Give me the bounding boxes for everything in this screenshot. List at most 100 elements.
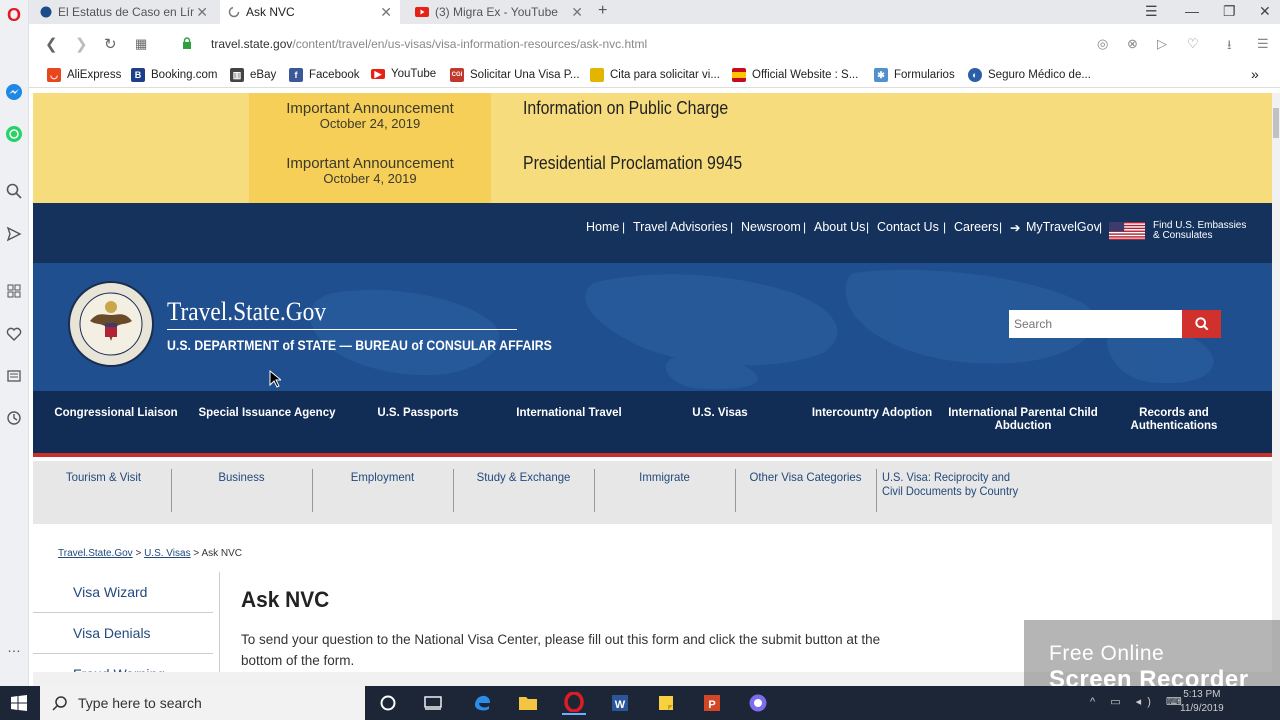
more-icon[interactable]: … <box>4 637 24 657</box>
subnav-other-visa-categories[interactable]: Other Visa Categories <box>739 470 873 484</box>
messenger-icon[interactable] <box>4 82 24 102</box>
site-title[interactable]: Travel.State.Gov <box>167 297 326 327</box>
taskbar-time: 5:13 PM <box>1183 689 1221 700</box>
find-embassies-link[interactable]: Find U.S. Embassies & Consulates <box>1153 221 1246 241</box>
vertical-scrollbar[interactable] <box>1272 93 1280 686</box>
nav-intercountry-adoption[interactable]: Intercountry Adoption <box>797 407 947 420</box>
snapshot-icon[interactable]: ◎ <box>1097 36 1108 52</box>
download-icon[interactable]: ⭳ <box>1227 36 1232 58</box>
opera-taskbar-icon[interactable] <box>562 691 586 715</box>
lock-icon[interactable] <box>182 37 192 49</box>
bookmark-facebook[interactable]: f Facebook <box>289 68 360 82</box>
reload-icon[interactable]: ↻ <box>104 35 117 53</box>
system-tray-icons[interactable]: ^ ▭ ◂) ⌨ <box>1090 695 1188 708</box>
nav-us-passports[interactable]: U.S. Passports <box>343 407 493 420</box>
breadcrumb-home[interactable]: Travel.State.Gov <box>58 548 133 559</box>
left-menu-visa-denials[interactable]: Visa Denials <box>33 613 213 654</box>
powerpoint-icon[interactable]: P <box>700 691 724 715</box>
close-window-icon[interactable]: ✕ <box>1259 3 1271 20</box>
restore-icon[interactable]: ❐ <box>1223 3 1236 20</box>
search-icon[interactable] <box>4 181 24 201</box>
tab-ask-nvc[interactable]: Ask NVC ✕ <box>220 0 400 24</box>
bookmark-ebay[interactable]: ▥ eBay <box>230 68 276 82</box>
util-link-careers[interactable]: Careers <box>954 220 998 234</box>
util-link-contact-us[interactable]: Contact Us <box>877 220 939 234</box>
forward-icon[interactable]: ❯ <box>75 35 88 53</box>
nav-us-visas[interactable]: U.S. Visas <box>645 407 795 420</box>
nav-parental-child-abduction[interactable]: International Parental Child Abduction <box>948 407 1098 433</box>
nav-congressional-liaison[interactable]: Congressional Liaison <box>41 407 191 420</box>
util-link-home[interactable]: Home <box>586 220 619 234</box>
easy-setup-icon[interactable]: ☰ <box>1257 36 1269 52</box>
bookmark-official-website[interactable]: Official Website : S... <box>732 68 858 82</box>
news-icon[interactable] <box>4 366 24 386</box>
announcement-date: October 24, 2019 <box>319 116 421 131</box>
opera-logo-icon[interactable]: O <box>4 5 24 25</box>
vertical-scrollbar-thumb[interactable] <box>1273 108 1279 138</box>
left-menu-visa-wizard[interactable]: Visa Wizard <box>33 572 213 613</box>
svg-text:P: P <box>708 699 715 711</box>
subnav-tourism-visit[interactable]: Tourism & Visit <box>37 470 171 484</box>
more-bookmarks-icon[interactable]: » <box>1251 66 1259 82</box>
tab-menu-icon[interactable]: ☰ <box>1145 3 1158 20</box>
bookmark-booking[interactable]: B Booking.com <box>131 68 217 82</box>
send-icon[interactable] <box>4 224 24 244</box>
tab-youtube[interactable]: (3) Migra Ex - YouTube ✕ <box>407 0 591 24</box>
taskbar-clock[interactable]: 5:13 PM 11/9/2019 <box>1180 688 1224 716</box>
speed-dial-grid-icon[interactable]: ▦ <box>135 36 147 52</box>
sticky-notes-icon[interactable] <box>654 691 678 715</box>
subnav-reciprocity[interactable]: U.S. Visa: Reciprocity and Civil Documen… <box>882 470 1018 498</box>
history-icon[interactable] <box>4 408 24 428</box>
word-icon[interactable]: W <box>608 691 632 715</box>
breadcrumb-current: Ask NVC <box>201 548 242 559</box>
screen-recorder-icon[interactable] <box>746 691 770 715</box>
task-view-icon[interactable] <box>421 691 445 715</box>
search-icon <box>52 696 67 711</box>
file-explorer-icon[interactable] <box>516 691 540 715</box>
url-field[interactable]: travel.state.gov/content/travel/en/us-vi… <box>211 37 647 51</box>
start-button[interactable] <box>0 686 38 720</box>
close-tab-icon[interactable]: ✕ <box>571 4 583 21</box>
subnav-business[interactable]: Business <box>175 470 309 484</box>
nav-records-authentications[interactable]: Records and Authentications <box>1099 407 1249 433</box>
bookmark-formularios[interactable]: ✱ Formularios <box>874 68 955 82</box>
department-of-state-seal-icon[interactable] <box>68 281 154 367</box>
taskbar-search[interactable]: Type here to search <box>40 686 365 720</box>
announcement-link-public-charge[interactable]: Information on Public Charge <box>523 98 728 119</box>
tab-estatus[interactable]: El Estatus de Caso en Línea ✕ <box>32 0 216 24</box>
bookmark-heart-icon[interactable]: ♡ <box>1187 36 1199 52</box>
site-search-input[interactable] <box>1009 310 1182 338</box>
bookmark-aliexpress[interactable]: ◡ AliExpress <box>47 68 121 82</box>
bookmark-youtube[interactable]: ▶ YouTube <box>371 68 436 80</box>
util-link-travel-advisories[interactable]: Travel Advisories <box>633 220 728 234</box>
nav-international-travel[interactable]: International Travel <box>494 407 644 420</box>
edge-icon[interactable] <box>470 691 494 715</box>
announcement-link-proclamation[interactable]: Presidential Proclamation 9945 <box>523 153 742 174</box>
new-tab-icon[interactable]: + <box>598 2 607 20</box>
cortana-icon[interactable] <box>376 691 400 715</box>
flow-icon[interactable]: ▷ <box>1157 36 1167 52</box>
util-link-mytravelgov[interactable]: MyTravelGov <box>1026 220 1100 234</box>
close-tab-icon[interactable]: ✕ <box>380 4 392 21</box>
utility-nav: Home | Travel Advisories | Newsroom | Ab… <box>33 203 1272 263</box>
adblock-icon[interactable]: ⊗ <box>1127 36 1138 52</box>
close-tab-icon[interactable]: ✕ <box>196 4 208 21</box>
back-icon[interactable]: ❮ <box>45 35 58 53</box>
minimize-icon[interactable]: — <box>1185 3 1199 19</box>
us-flag-icon[interactable] <box>1109 222 1145 240</box>
util-link-newsroom[interactable]: Newsroom <box>741 220 801 234</box>
heart-icon[interactable] <box>4 324 24 344</box>
util-link-about-us[interactable]: About Us <box>814 220 865 234</box>
bookmark-seguro-medico[interactable]: ◐ Seguro Médico de... <box>968 68 1091 82</box>
breadcrumb-us-visas[interactable]: U.S. Visas <box>144 548 191 559</box>
bookmark-solicitar-visa[interactable]: CGI Solicitar Una Visa P... <box>450 68 580 82</box>
subnav-employment[interactable]: Employment <box>316 470 450 484</box>
subnav-study-exchange[interactable]: Study & Exchange <box>457 470 591 484</box>
site-search-button[interactable] <box>1182 310 1221 338</box>
speed-dial-icon[interactable] <box>4 281 24 301</box>
bookmark-cita[interactable]: Cita para solicitar vi... <box>590 68 720 82</box>
whatsapp-icon[interactable] <box>4 124 24 144</box>
subnav-immigrate[interactable]: Immigrate <box>598 470 732 484</box>
taskbar-search-placeholder: Type here to search <box>78 695 202 711</box>
nav-special-issuance-agency[interactable]: Special Issuance Agency <box>192 407 342 420</box>
